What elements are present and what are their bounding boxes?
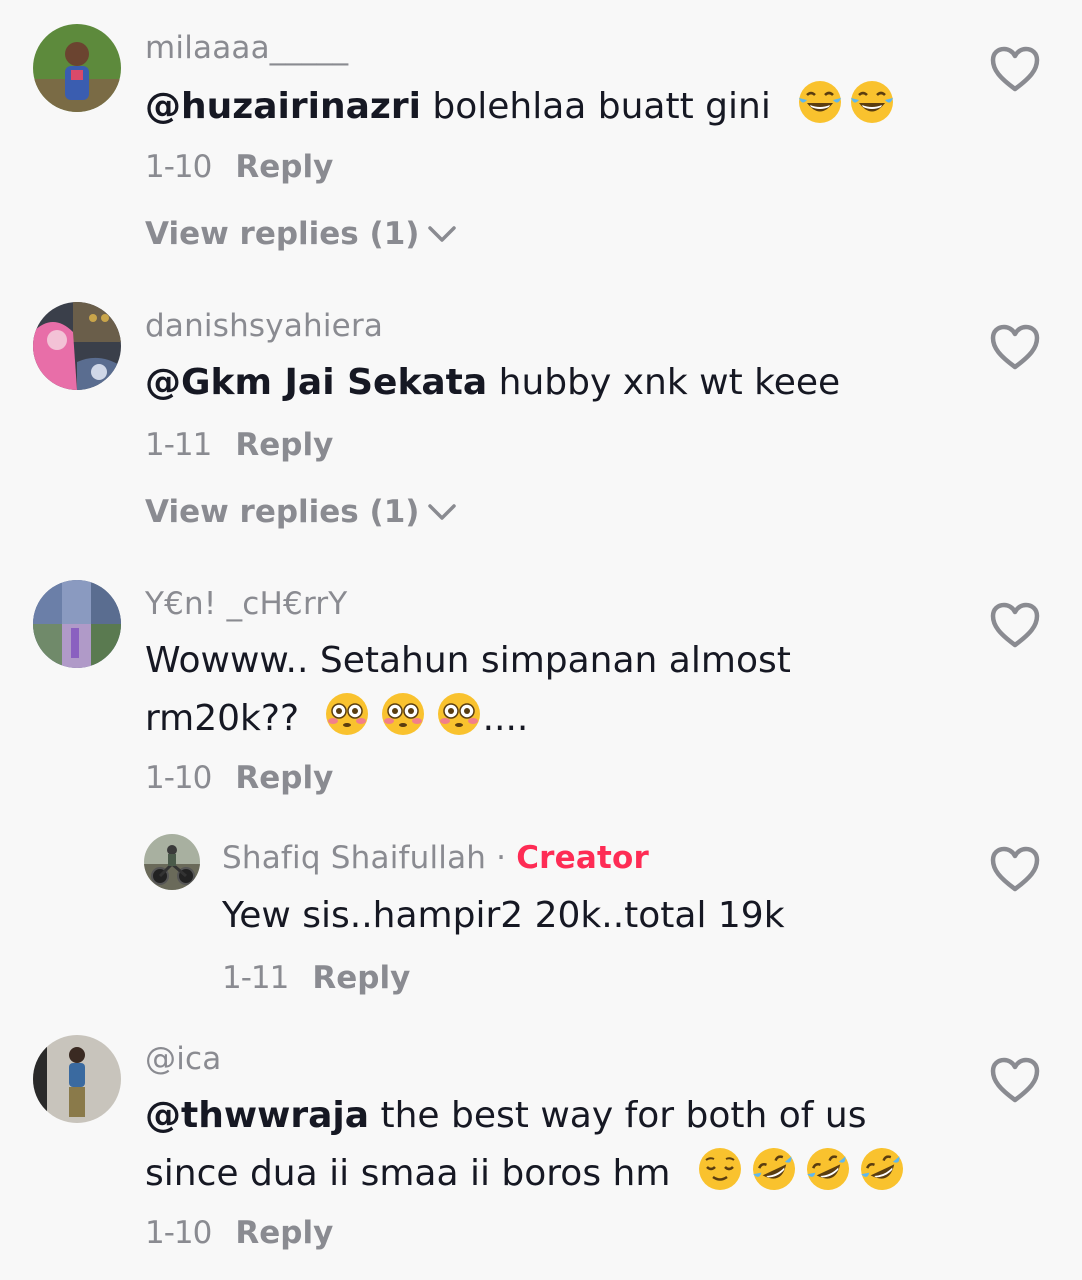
creator-badge: Creator	[516, 840, 650, 876]
comment-body-line2-text: since dua ii smaa ii boros hm	[145, 1153, 671, 1194]
comment-body-line2: since dua ii smaa ii boros hm	[145, 1145, 906, 1203]
flushed-face-icon	[435, 690, 483, 738]
comment-item: milaaaa_____ @huzairinazri bolehlaa buat…	[0, 0, 1082, 280]
comment-text: @huzairinazri bolehlaa buatt gini	[145, 78, 896, 136]
avatar[interactable]	[33, 1035, 121, 1123]
comment-meta: 1-10 Reply	[145, 760, 333, 796]
view-replies-label: View replies (1)	[145, 494, 420, 530]
avatar-image	[33, 1035, 121, 1123]
comment-text: Wowww.. Setahun simpanan almost rm20k?? …	[145, 632, 791, 748]
comment-date: 1-10	[145, 1215, 212, 1251]
view-replies-label: View replies (1)	[145, 216, 420, 252]
flushed-face-icon	[323, 690, 371, 738]
ellipsis-text: ....	[482, 698, 529, 739]
rolling-on-floor-laughing-icon	[804, 1145, 852, 1193]
heart-icon[interactable]	[990, 1057, 1040, 1103]
comment-body: bolehlaa buatt gini	[420, 86, 771, 127]
view-replies-button[interactable]: View replies (1)	[145, 494, 457, 530]
comment-text: @Gkm Jai Sekata hubby xnk wt keee	[145, 354, 840, 412]
flushed-face-icon	[379, 690, 427, 738]
mention-link[interactable]: @Gkm Jai Sekata	[145, 362, 487, 403]
heart-icon[interactable]	[990, 846, 1040, 892]
reply-meta: 1-11 Reply	[222, 960, 410, 996]
mention-link[interactable]: @thwwraja	[145, 1095, 369, 1136]
comment-body: the best way for both of us	[369, 1095, 867, 1136]
reply-date: 1-11	[222, 960, 289, 996]
reply-username[interactable]: Shafiq Shaifullah	[222, 840, 486, 876]
comment-body-line1: Wowww.. Setahun simpanan almost	[145, 640, 791, 681]
reply-button[interactable]: Reply	[235, 1215, 333, 1251]
heart-icon[interactable]	[990, 324, 1040, 370]
comment-date: 1-11	[145, 427, 212, 463]
mention-link[interactable]: @huzairinazri	[145, 86, 421, 127]
comment-item: Y€n! _cH€rrY Wowww.. Setahun simpanan al…	[0, 560, 1082, 1030]
comment-username[interactable]: @ica	[145, 1041, 221, 1077]
comment-date: 1-10	[145, 149, 212, 185]
reply-button[interactable]: Reply	[235, 760, 333, 796]
comment-meta: 1-10 Reply	[145, 149, 333, 185]
comment-meta: 1-11 Reply	[145, 427, 333, 463]
reply-username-row: Shafiq Shaifullah · Creator	[222, 840, 649, 876]
avatar[interactable]	[33, 580, 121, 668]
chevron-down-icon	[427, 224, 457, 244]
comment-username[interactable]: danishsyahiera	[145, 308, 383, 344]
comment-body-line2: rm20k?? ....	[145, 690, 791, 748]
heart-icon[interactable]	[990, 46, 1040, 92]
face-with-tears-of-joy-icon	[848, 78, 896, 126]
comment-username[interactable]: milaaaa_____	[145, 30, 348, 66]
reply-button[interactable]: Reply	[312, 960, 410, 996]
avatar-image	[33, 580, 121, 668]
comment-username[interactable]: Y€n! _cH€rrY	[145, 586, 347, 622]
rolling-on-floor-laughing-icon	[858, 1145, 906, 1193]
comment-body-line1: @thwwraja the best way for both of us	[145, 1087, 906, 1145]
comment-item: danishsyahiera @Gkm Jai Sekata hubby xnk…	[0, 280, 1082, 560]
heart-icon[interactable]	[990, 602, 1040, 648]
comment-body-line2-text: rm20k??	[145, 698, 300, 739]
face-with-tears-of-joy-icon	[796, 78, 844, 126]
view-replies-button[interactable]: View replies (1)	[145, 216, 457, 252]
avatar-image	[33, 24, 121, 112]
avatar[interactable]	[33, 24, 121, 112]
comment-meta: 1-10 Reply	[145, 1215, 333, 1251]
comment-body: hubby xnk wt keee	[487, 362, 841, 403]
separator-dot: ·	[496, 840, 507, 876]
avatar-image	[33, 302, 121, 390]
chevron-down-icon	[427, 502, 457, 522]
comment-text: @thwwraja the best way for both of us si…	[145, 1087, 906, 1203]
reply-button[interactable]: Reply	[235, 149, 333, 185]
reply-text: Yew sis..hampir2 20k..total 19k	[222, 895, 785, 936]
rolling-on-floor-laughing-icon	[750, 1145, 798, 1193]
comment-item: @ica @thwwraja the best way for both of …	[0, 1030, 1082, 1280]
avatar-image	[144, 834, 200, 890]
reply-button[interactable]: Reply	[235, 427, 333, 463]
relieved-face-icon	[696, 1145, 744, 1193]
avatar[interactable]	[33, 302, 121, 390]
avatar[interactable]	[144, 834, 200, 890]
comment-date: 1-10	[145, 760, 212, 796]
